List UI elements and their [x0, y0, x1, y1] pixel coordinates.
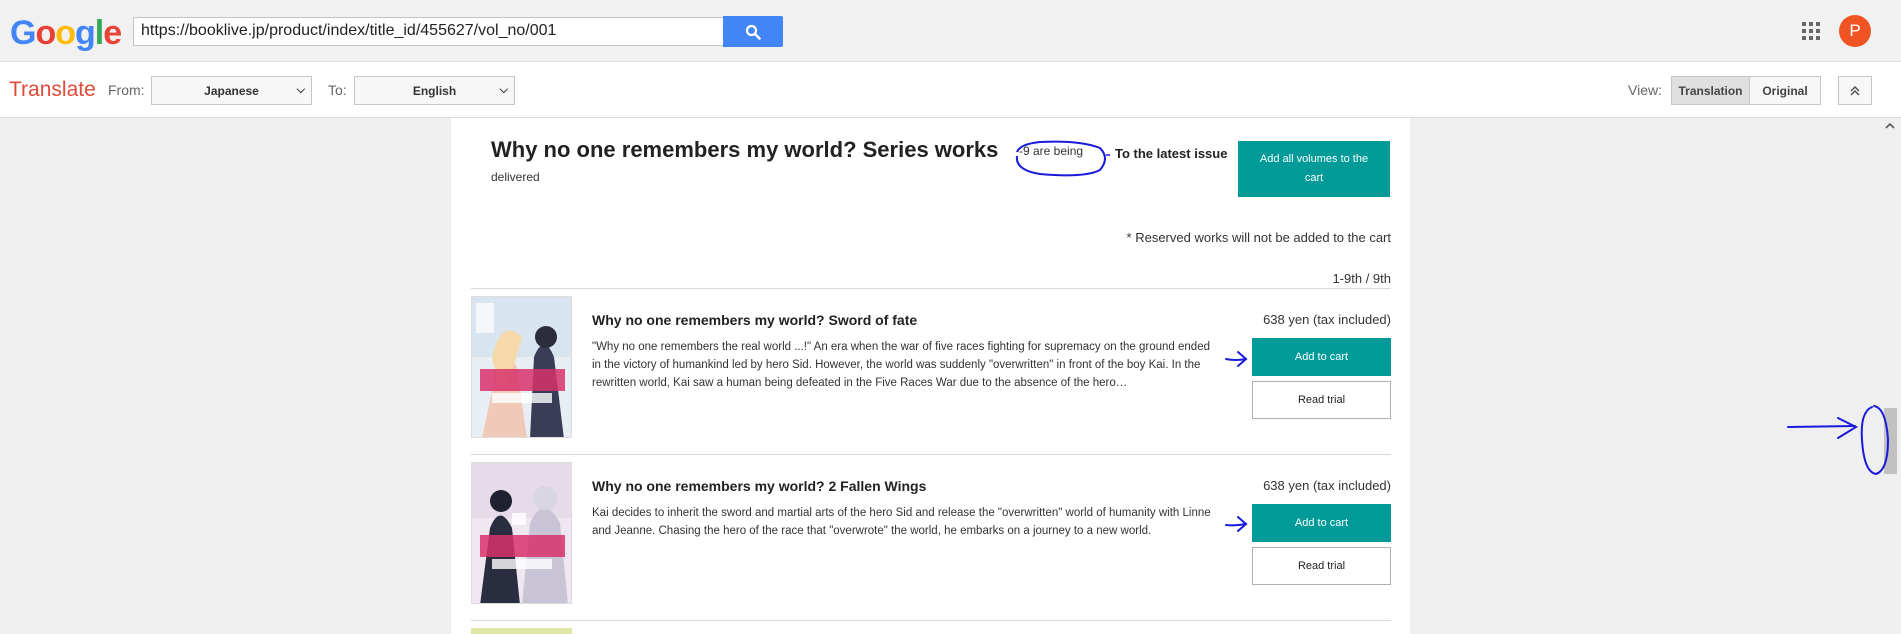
scroll-up-arrow-icon[interactable]: [1883, 120, 1897, 132]
account-avatar[interactable]: P: [1839, 15, 1871, 47]
book-title[interactable]: Why no one remembers my world? Sword of …: [592, 312, 917, 328]
divider: [471, 620, 1391, 621]
book-title[interactable]: Why no one remembers my world? 2 Fallen …: [592, 478, 926, 494]
add-all-to-cart-button[interactable]: Add all volumes to the cart: [1238, 141, 1390, 197]
read-trial-button[interactable]: Read trial: [1252, 547, 1391, 585]
to-language-select[interactable]: English ⌵: [354, 76, 515, 105]
search-icon: [745, 24, 761, 40]
chevron-down-icon: ⌵: [296, 84, 305, 96]
volume-count-text: -9 are being: [1019, 144, 1084, 158]
double-chevron-up-icon: [1850, 85, 1860, 96]
book-price: 638 yen (tax included): [1263, 478, 1391, 493]
from-language-select[interactable]: Japanese ⌵: [151, 76, 312, 105]
delivered-text: delivered: [491, 170, 540, 184]
book-price: 638 yen (tax included): [1263, 312, 1391, 327]
logo-letter: G: [10, 14, 36, 52]
google-top-bar: Google https://booklive.jp/product/index…: [0, 0, 1901, 61]
result-range: 1-9th / 9th: [1332, 271, 1391, 286]
logo-letter: o: [55, 14, 76, 52]
from-language-value: Japanese: [204, 83, 259, 98]
collapse-toolbar-button[interactable]: [1838, 76, 1872, 105]
logo-letter: o: [35, 14, 56, 52]
book-item: Why no one remembers my world? Sword of …: [471, 288, 1391, 440]
latest-issue-link[interactable]: To the latest issue: [1115, 146, 1227, 161]
page-content: Why no one remembers my world? Series wo…: [451, 118, 1410, 634]
series-title: Why no one remembers my world? Series wo…: [491, 137, 999, 162]
book-description: "Why no one remembers the real world ...…: [592, 341, 1210, 389]
logo-letter: g: [75, 14, 96, 52]
book-cover-image[interactable]: [471, 628, 572, 634]
read-trial-button[interactable]: Read trial: [1252, 381, 1391, 419]
book-description: Kai decides to inherit the sword and mar…: [592, 507, 1211, 537]
translate-bar: Translate From: Japanese ⌵ To: English ⌵…: [0, 61, 1901, 118]
book-cover-image[interactable]: [471, 296, 572, 438]
translate-title[interactable]: Translate: [9, 78, 96, 102]
chevron-down-icon: ⌵: [499, 84, 508, 96]
add-to-cart-button[interactable]: Add to cart: [1252, 338, 1391, 376]
book-cover-image[interactable]: [471, 462, 572, 604]
to-label: To:: [328, 82, 347, 98]
to-language-value: English: [412, 83, 457, 98]
from-label: From:: [108, 82, 145, 98]
google-logo[interactable]: Google: [10, 14, 122, 53]
book-item: Why no one remembers my world? 2 Fallen …: [471, 454, 1391, 606]
add-to-cart-button[interactable]: Add to cart: [1252, 504, 1391, 542]
scrollbar-thumb[interactable]: [1884, 408, 1897, 474]
apps-grid-icon[interactable]: [1802, 22, 1820, 40]
scrollbar-track[interactable]: [1880, 118, 1901, 634]
view-original-button[interactable]: Original: [1749, 76, 1821, 105]
search-button[interactable]: [723, 16, 783, 47]
view-translation-button[interactable]: Translation: [1671, 76, 1750, 105]
reserved-note: * Reserved works will not be added to th…: [1126, 230, 1391, 245]
view-label: View:: [1628, 82, 1662, 98]
url-input[interactable]: https://booklive.jp/product/index/title_…: [133, 17, 724, 46]
logo-letter: l: [94, 14, 105, 52]
logo-letter: e: [103, 14, 122, 52]
